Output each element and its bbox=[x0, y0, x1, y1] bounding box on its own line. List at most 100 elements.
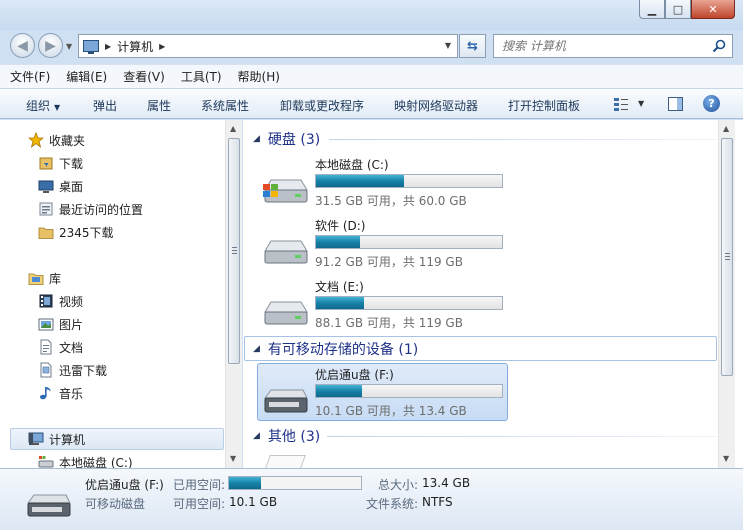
hard-drive-icon bbox=[264, 240, 308, 264]
scroll-up-arrow-icon[interactable]: ▲ bbox=[723, 124, 729, 133]
menu-file[interactable]: 文件(F) bbox=[10, 68, 50, 85]
properties-button[interactable]: 属性 bbox=[147, 97, 171, 114]
nav-xunlei-downloads[interactable]: 迅雷下载 bbox=[40, 360, 107, 380]
preview-pane-icon[interactable] bbox=[668, 97, 683, 111]
maximize-button[interactable]: □ bbox=[665, 0, 691, 19]
scroll-down-arrow-icon[interactable]: ▼ bbox=[230, 454, 236, 463]
details-fs-value: NTFS bbox=[422, 495, 453, 509]
view-options-dropdown[interactable]: ▼ bbox=[638, 99, 644, 108]
nav-favorites-label: 收藏夹 bbox=[49, 133, 86, 148]
nav-computer[interactable]: 计算机 bbox=[28, 429, 85, 449]
nav-pictures-label: 图片 bbox=[59, 317, 84, 332]
minimize-button[interactable]: ▁ bbox=[639, 0, 665, 19]
details-free-value: 10.1 GB bbox=[229, 495, 278, 509]
collapse-chevron-icon[interactable]: ◢ bbox=[253, 431, 260, 441]
libraries-icon bbox=[28, 273, 44, 285]
content-scrollbar[interactable]: ▲ ▼ bbox=[718, 120, 735, 468]
address-bar[interactable]: ▶ 计算机 ▶ ▼ bbox=[78, 34, 458, 58]
nav-favorites[interactable]: 收藏夹 bbox=[28, 130, 86, 150]
nav-pictures[interactable]: 图片 bbox=[38, 314, 84, 334]
nav-2345-downloads-label: 2345下载 bbox=[59, 225, 114, 240]
menu-edit[interactable]: 编辑(E) bbox=[66, 68, 107, 85]
group-header-other[interactable]: ◢ 其他 (3) bbox=[243, 424, 320, 448]
drive-name: 软件 (D:) bbox=[315, 219, 366, 233]
scrollbar-thumb[interactable] bbox=[721, 138, 733, 376]
drive-name: 本地磁盘 (C:) bbox=[315, 158, 389, 172]
drive-usage-bar bbox=[315, 235, 503, 249]
eject-button[interactable]: 弹出 bbox=[93, 97, 117, 114]
drive-space-info: 88.1 GB 可用，共 119 GB bbox=[315, 316, 463, 330]
details-free-label: 可用空间: bbox=[173, 497, 226, 511]
nav-music-label: 音乐 bbox=[59, 386, 84, 401]
search-icon[interactable] bbox=[712, 39, 726, 53]
nav-documents[interactable]: 文档 bbox=[40, 337, 83, 357]
organize-button[interactable]: 组织 ▼ bbox=[26, 97, 60, 114]
drive-item[interactable]: 本地磁盘 (C:) 31.5 GB 可用，共 60.0 GB bbox=[257, 156, 507, 216]
back-arrow-icon: ◀ bbox=[17, 37, 28, 54]
group-removable-label: 有可移动存储的设备 (1) bbox=[267, 342, 419, 358]
details-fs-label: 文件系统: bbox=[366, 497, 419, 511]
drive-item[interactable]: 文档 (E:) 88.1 GB 可用，共 119 GB bbox=[257, 278, 507, 338]
folder-icon bbox=[38, 227, 54, 239]
nav-music[interactable]: 音乐 bbox=[40, 383, 84, 403]
recent-pages-dropdown[interactable]: ▼ bbox=[66, 42, 72, 51]
details-drive-type: 可移动磁盘 bbox=[85, 497, 146, 511]
content-pane: ◢ 硬盘 (3) 本地磁盘 (C:) 31.5 GB 可用，共 60.0 GB … bbox=[243, 120, 743, 471]
removable-drive-icon bbox=[264, 389, 308, 413]
group-header-hard-disks[interactable]: ◢ 硬盘 (3) bbox=[243, 127, 320, 151]
navigation-scrollbar[interactable]: ▲ ▼ bbox=[225, 120, 242, 468]
details-used-label: 已用空间: bbox=[173, 478, 226, 492]
drive-usage-bar bbox=[315, 174, 503, 188]
navigation-pane: 收藏夹 下载 桌面 最近访问的位置 2345下载 库 视频 图片 文档 迅雷下载… bbox=[0, 120, 242, 470]
nav-desktop[interactable]: 桌面 bbox=[38, 176, 83, 196]
computer-icon bbox=[83, 40, 99, 54]
breadcrumb-separator-icon[interactable]: ▶ bbox=[105, 42, 111, 51]
drive-space-info: 31.5 GB 可用，共 60.0 GB bbox=[315, 194, 467, 208]
drive-item[interactable]: 软件 (D:) 91.2 GB 可用，共 119 GB bbox=[257, 217, 507, 277]
drive-usage-bar bbox=[315, 384, 503, 398]
video-icon bbox=[39, 294, 53, 308]
group-hard-disks-label: 硬盘 (3) bbox=[267, 132, 321, 148]
removable-drive-icon bbox=[27, 494, 71, 517]
collapse-chevron-icon[interactable]: ◢ bbox=[253, 134, 260, 144]
downloads-folder-icon bbox=[39, 157, 53, 170]
collapse-chevron-icon[interactable]: ◢ bbox=[253, 344, 260, 354]
xunlei-downloads-icon bbox=[40, 362, 52, 378]
forward-button[interactable]: ▶ bbox=[38, 33, 63, 58]
scroll-up-arrow-icon[interactable]: ▲ bbox=[230, 124, 236, 133]
change-view-icon[interactable] bbox=[613, 97, 629, 111]
system-properties-button[interactable]: 系统属性 bbox=[201, 97, 249, 114]
menu-help[interactable]: 帮助(H) bbox=[238, 68, 280, 85]
nav-downloads[interactable]: 下载 bbox=[39, 153, 83, 173]
back-button[interactable]: ◀ bbox=[10, 33, 35, 58]
map-network-drive-button[interactable]: 映射网络驱动器 bbox=[394, 97, 478, 114]
nav-2345-downloads[interactable]: 2345下载 bbox=[38, 222, 114, 242]
command-bar: 组织 ▼ 弹出 属性 系统属性 卸载或更改程序 映射网络驱动器 打开控制面板 ▼ … bbox=[0, 88, 743, 119]
menu-view[interactable]: 查看(V) bbox=[123, 68, 165, 85]
menu-tools[interactable]: 工具(T) bbox=[181, 68, 222, 85]
details-drive-name: 优启通u盘 (F:) bbox=[85, 478, 164, 492]
search-input[interactable] bbox=[502, 39, 702, 53]
breadcrumb-computer[interactable]: 计算机 bbox=[117, 38, 153, 55]
group-header-removable[interactable]: ◢ 有可移动存储的设备 (1) bbox=[243, 337, 418, 361]
scrollbar-thumb[interactable] bbox=[228, 138, 240, 364]
help-icon[interactable]: ? bbox=[703, 95, 720, 112]
refresh-button[interactable]: ⇆ bbox=[459, 34, 486, 58]
drive-space-info: 10.1 GB 可用，共 13.4 GB bbox=[315, 404, 467, 418]
breadcrumb-separator-icon[interactable]: ▶ bbox=[159, 42, 165, 51]
uninstall-button[interactable]: 卸载或更改程序 bbox=[280, 97, 364, 114]
hard-drive-icon bbox=[264, 301, 308, 325]
forward-arrow-icon: ▶ bbox=[45, 37, 56, 54]
recent-places-icon bbox=[39, 202, 53, 216]
open-control-panel-button[interactable]: 打开控制面板 bbox=[508, 97, 580, 114]
drive-name: 优启通u盘 (F:) bbox=[315, 368, 394, 382]
scroll-down-arrow-icon[interactable]: ▼ bbox=[723, 454, 729, 463]
nav-recent-places[interactable]: 最近访问的位置 bbox=[39, 199, 143, 219]
nav-libraries[interactable]: 库 bbox=[28, 268, 61, 288]
close-button[interactable]: ✕ bbox=[691, 0, 735, 19]
search-box[interactable] bbox=[493, 34, 733, 58]
desktop-icon bbox=[38, 180, 54, 193]
address-dropdown-icon[interactable]: ▼ bbox=[445, 41, 451, 50]
drive-item-selected[interactable]: 优启通u盘 (F:) 10.1 GB 可用，共 13.4 GB bbox=[257, 366, 507, 426]
nav-videos[interactable]: 视频 bbox=[39, 291, 83, 311]
